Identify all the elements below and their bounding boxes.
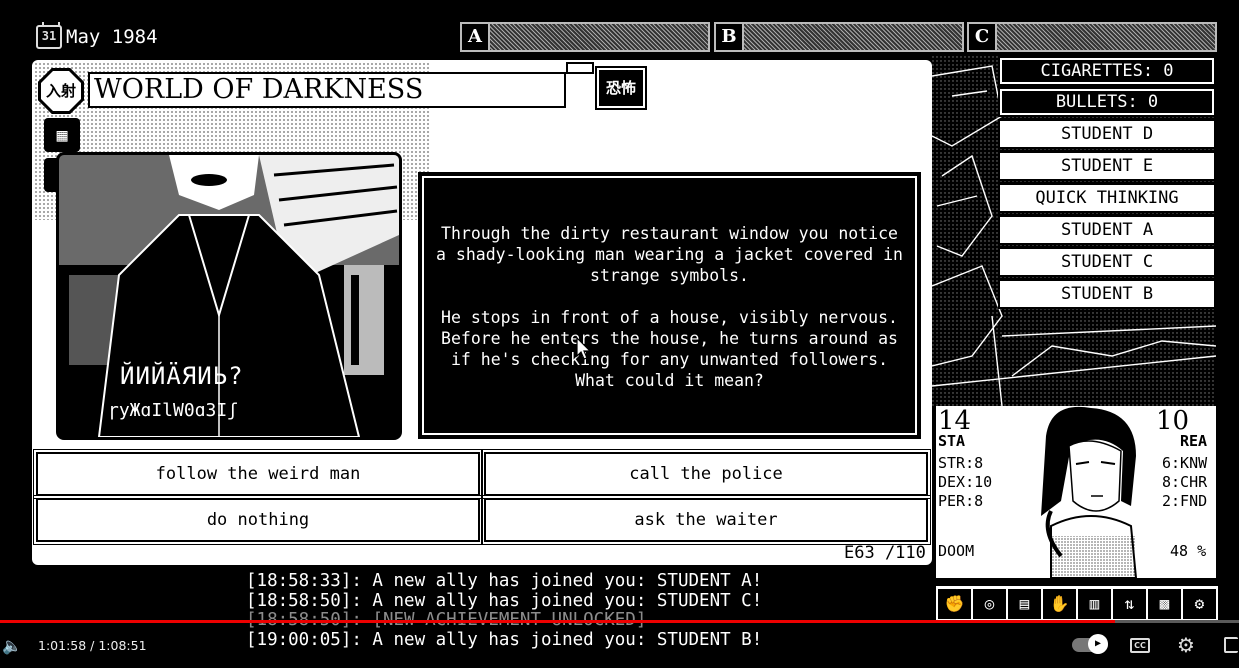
attr-str: STR:8 xyxy=(938,454,984,472)
event-counter: E63 /110 xyxy=(844,543,926,563)
story-text-box: Through the dirty restaurant window you … xyxy=(418,172,921,439)
ally-item[interactable]: STUDENT E xyxy=(998,151,1216,181)
event-log: [18:58:33]: A new ally has joined you: S… xyxy=(246,571,763,650)
fullscreen-icon[interactable] xyxy=(1224,637,1238,653)
sta-label: STA xyxy=(938,432,966,450)
spiral-icon[interactable]: ◎ xyxy=(973,589,1006,619)
location-badge: 入射 xyxy=(41,71,81,111)
building-icon[interactable]: ▥ xyxy=(1078,589,1111,619)
choice-follow-weird-man[interactable]: follow the weird man xyxy=(33,449,483,499)
ally-item[interactable]: STUDENT D xyxy=(998,119,1216,149)
play-icon[interactable]: ▶ xyxy=(1088,634,1108,654)
doom-label: DOOM xyxy=(938,542,975,560)
slot-c[interactable]: C xyxy=(967,22,1217,52)
ally-item[interactable]: STUDENT C xyxy=(998,247,1216,277)
action-icon-bar: ✊ ◎ ▤ ✋ ▥ ⇅ ▩ ⚙ xyxy=(936,586,1218,622)
inventory-item[interactable]: CIGARETTES: 0 xyxy=(998,56,1216,86)
book-icon[interactable]: ▦ xyxy=(44,118,80,152)
calendar-icon: 31 xyxy=(36,22,62,49)
volume-icon[interactable]: 🔈 xyxy=(2,636,22,655)
character-portrait xyxy=(1041,406,1138,578)
attr-dex: DEX:10 xyxy=(938,473,993,491)
fist-icon[interactable]: ✊ xyxy=(938,589,971,619)
scene-title: WORLD OF DARKNESS xyxy=(88,72,566,108)
gear-icon[interactable]: ⚙ xyxy=(1183,589,1216,619)
glyph-icon[interactable]: ▩ xyxy=(1148,589,1181,619)
panel-notch xyxy=(566,62,594,74)
date-display: 31 May 1984 xyxy=(36,22,158,50)
choice-call-police[interactable]: call the police xyxy=(481,449,931,499)
slot-b[interactable]: B xyxy=(714,22,964,52)
log-entry: [18:58:33]: A new ally has joined you: S… xyxy=(246,571,763,591)
attr-knw: 6:KNW xyxy=(1162,454,1208,472)
scene-tag: 恐怖 xyxy=(595,66,647,110)
choice-ask-waiter[interactable]: ask the waiter xyxy=(481,495,931,545)
ally-item[interactable]: STUDENT B xyxy=(998,279,1216,309)
swap-icon[interactable]: ⇅ xyxy=(1113,589,1146,619)
log-entry: [18:58:50]: A new ally has joined you: S… xyxy=(246,590,763,611)
mouse-cursor-icon xyxy=(576,337,592,360)
illustration-caption-1: ЙИЙÄЯИЬ? xyxy=(120,362,244,390)
rea-label: REA xyxy=(1180,432,1208,450)
ally-item[interactable]: QUICK THINKING xyxy=(998,183,1216,213)
doom-value: 48 % xyxy=(1170,542,1207,560)
slot-a-letter: A xyxy=(462,24,490,50)
slot-c-letter: C xyxy=(969,24,997,50)
attr-fnd: 2:FND xyxy=(1162,492,1208,510)
attr-per: PER:8 xyxy=(938,492,984,510)
inventory-item[interactable]: BULLETS: 0 xyxy=(998,87,1216,117)
video-progress-fill xyxy=(0,620,1116,623)
attr-chr: 8:CHR xyxy=(1162,473,1208,491)
ally-item[interactable]: STUDENT A xyxy=(998,215,1216,245)
video-time: 1:01:58 / 1:08:51 xyxy=(38,638,147,653)
slot-a[interactable]: A xyxy=(460,22,710,52)
choice-do-nothing[interactable]: do nothing xyxy=(33,495,483,545)
story-paragraph-2: He stops in front of a house, visibly ne… xyxy=(441,308,898,390)
illustration-caption-2: ɼуЖɑIlW0ɑЗІʃ xyxy=(108,400,239,421)
story-paragraph-1: Through the dirty restaurant window you … xyxy=(436,224,903,285)
log-entry: [19:00:05]: A new ally has joined you: S… xyxy=(246,629,763,650)
hand-icon[interactable]: ✋ xyxy=(1043,589,1076,619)
date-label: May 1984 xyxy=(66,26,158,48)
captions-button[interactable]: CC xyxy=(1130,638,1150,653)
scene-illustration xyxy=(56,152,402,440)
slot-b-letter: B xyxy=(716,24,744,50)
character-stats-panel: 14 STA 10 REA STR:8 DEX:10 PER:8 6:KNW 8… xyxy=(936,406,1216,578)
map-icon[interactable]: ▤ xyxy=(1008,589,1041,619)
illustration-art xyxy=(59,155,399,437)
settings-icon[interactable]: ⚙ xyxy=(1177,633,1195,657)
